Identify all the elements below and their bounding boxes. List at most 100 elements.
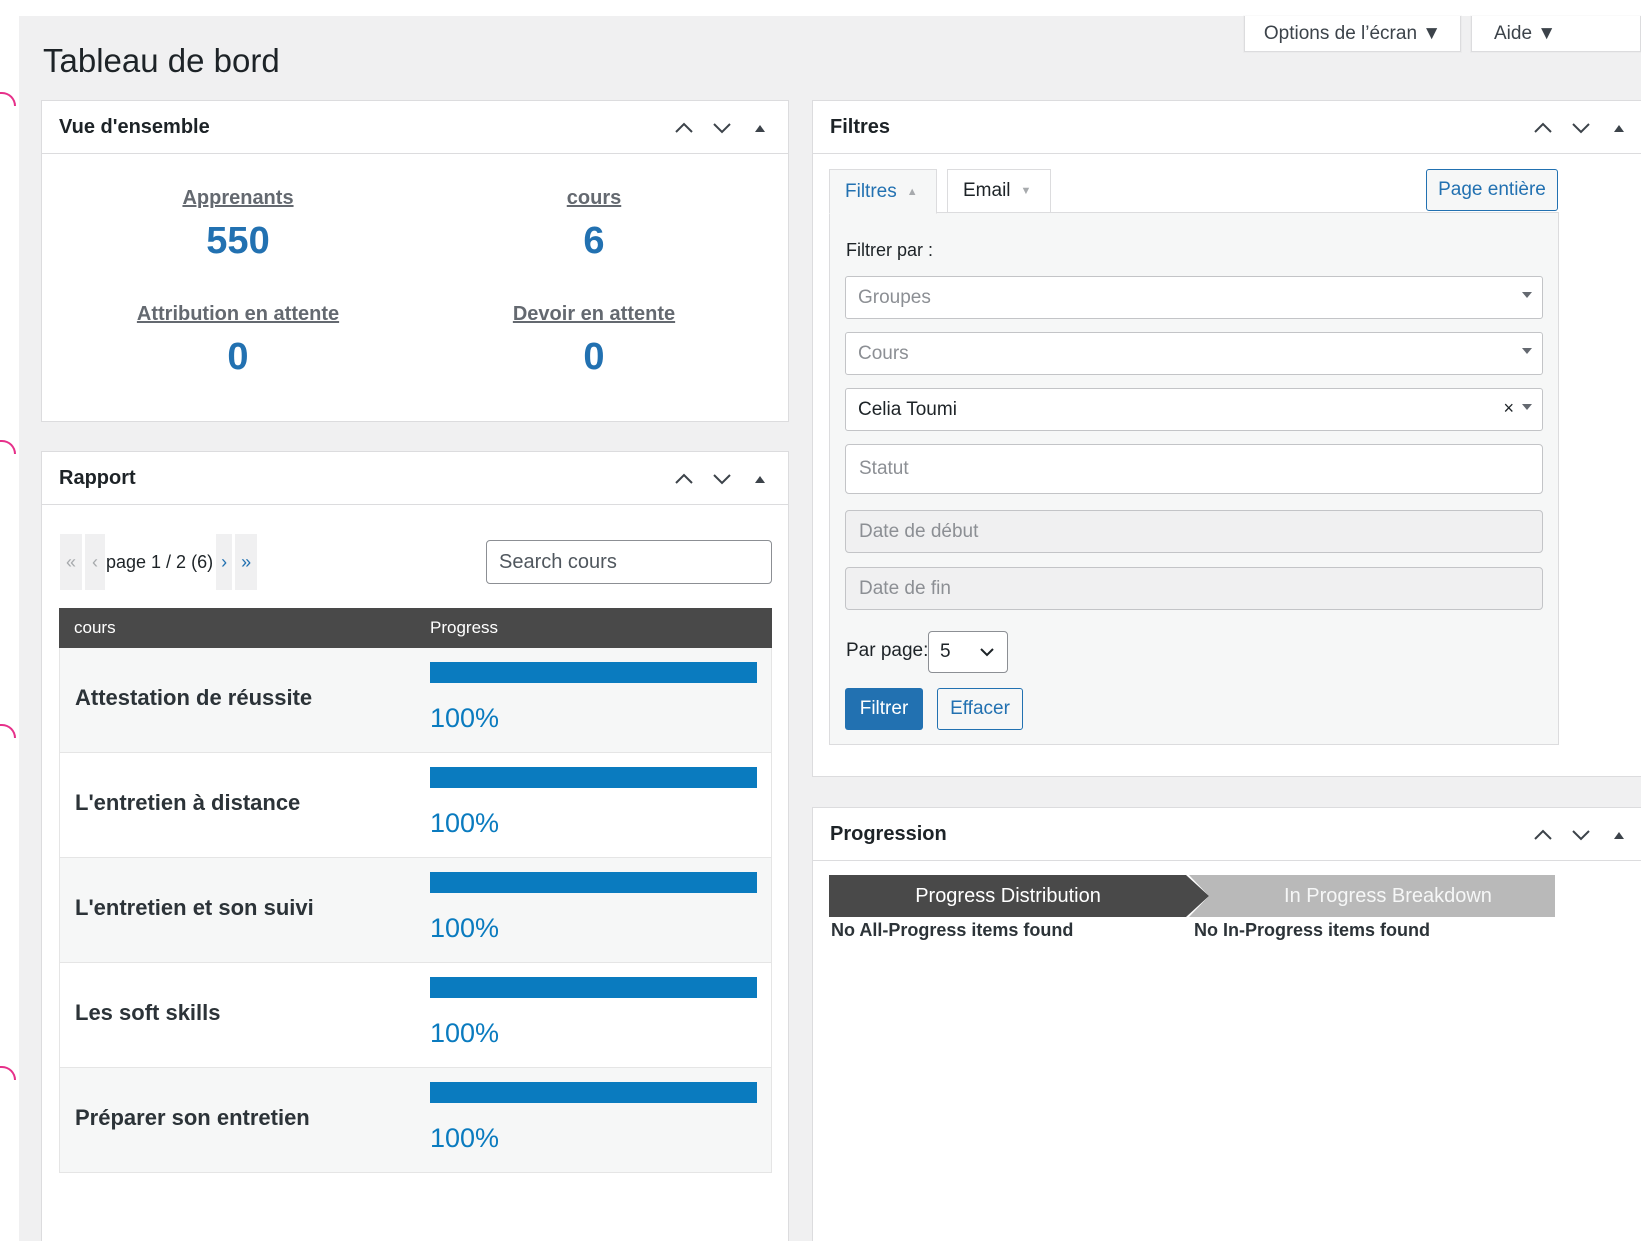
course-progress: 100% <box>430 662 757 734</box>
progress-bar-fill <box>430 1082 757 1103</box>
clear-selection-icon[interactable]: × <box>1503 398 1514 419</box>
start-date-placeholder: Date de début <box>859 520 979 542</box>
start-date-input[interactable]: Date de début <box>845 510 1543 553</box>
overview-stat-label-link[interactable]: Attribution en attente <box>88 303 388 326</box>
overview-header: Vue d'ensemble <box>42 101 788 154</box>
move-up-icon[interactable] <box>672 467 696 491</box>
overview-stat: Apprenants 550 <box>88 187 388 263</box>
end-date-placeholder: Date de fin <box>859 577 951 599</box>
status-placeholder: Statut <box>859 458 909 479</box>
progression-handles <box>1531 808 1631 861</box>
report-handles <box>672 452 772 505</box>
column-header-progress[interactable]: Progress <box>414 618 498 638</box>
overview-stat-value: 6 <box>583 220 605 262</box>
move-down-icon[interactable] <box>710 116 734 140</box>
report-table: cours Progress Attestation de réussite 1… <box>59 608 772 1173</box>
progress-percent: 100% <box>430 913 500 943</box>
overview-stat: cours 6 <box>444 187 744 263</box>
progress-bar-fill <box>430 872 757 893</box>
move-up-icon[interactable] <box>1531 116 1555 140</box>
progress-bar-fill <box>430 767 757 788</box>
prev-page-button[interactable]: ‹ <box>85 534 105 590</box>
overview-stat: Attribution en attente 0 <box>88 303 388 379</box>
move-down-icon[interactable] <box>1569 116 1593 140</box>
tab-progress-distribution[interactable]: Progress Distribution <box>829 875 1209 917</box>
screen-options-label: Options de l’écran ▼ <box>1263 22 1442 44</box>
overview-handles <box>672 101 772 154</box>
tab-email-label: Email <box>963 180 1011 201</box>
per-page-label: Par page: <box>846 640 929 661</box>
table-body: Attestation de réussite 100% L'entretien… <box>59 648 772 1173</box>
full-page-button[interactable]: Page entière <box>1426 169 1558 211</box>
caret-down-icon <box>1522 404 1532 410</box>
tab-in-progress-breakdown[interactable]: In Progress Breakdown <box>1189 875 1555 917</box>
progress-percent: 100% <box>430 808 500 838</box>
progress-bar <box>430 662 757 683</box>
collapse-toggle-icon[interactable] <box>1607 823 1631 847</box>
progress-bar-fill <box>430 977 757 998</box>
first-page-button[interactable]: « <box>60 534 82 590</box>
overview-stat: Devoir en attente 0 <box>444 303 744 379</box>
status-input[interactable]: Statut <box>845 444 1543 494</box>
tab-filters[interactable]: Filtres ▲ <box>829 169 937 214</box>
groups-placeholder: Groupes <box>858 286 931 308</box>
progress-percent: 100% <box>430 1123 500 1153</box>
next-page-button[interactable]: › <box>216 534 233 590</box>
overview-stat-label-link[interactable]: cours <box>444 187 744 210</box>
filters-handles <box>1531 101 1631 154</box>
table-header: cours Progress <box>59 608 772 648</box>
overview-stat-label-link[interactable]: Apprenants <box>88 187 388 210</box>
left-margin <box>0 0 19 1241</box>
column-header-course[interactable]: cours <box>59 618 414 638</box>
tab-in-progress-breakdown-label: In Progress Breakdown <box>1284 884 1492 907</box>
courses-placeholder: Cours <box>858 342 909 364</box>
table-row[interactable]: L'entretien à distance 100% <box>59 753 772 858</box>
move-down-icon[interactable] <box>710 467 734 491</box>
move-up-icon[interactable] <box>1531 823 1555 847</box>
course-name: Les soft skills <box>75 1000 221 1025</box>
report-header: Rapport <box>42 452 788 505</box>
table-row[interactable]: Attestation de réussite 100% <box>59 648 772 753</box>
table-row[interactable]: Préparer son entretien 100% <box>59 1068 772 1173</box>
course-progress: 100% <box>430 977 757 1049</box>
course-progress: 100% <box>430 1082 757 1154</box>
search-courses-input[interactable] <box>486 540 772 584</box>
tab-email[interactable]: Email ▼ <box>947 169 1051 213</box>
annotation-mark <box>0 440 16 454</box>
courses-select[interactable]: Cours <box>845 332 1543 375</box>
end-date-input[interactable]: Date de fin <box>845 567 1543 610</box>
last-page-button[interactable]: » <box>235 534 258 590</box>
course-name: L'entretien à distance <box>75 790 301 815</box>
move-up-icon[interactable] <box>672 116 696 140</box>
groups-select[interactable]: Groupes <box>845 276 1543 319</box>
report-title: Rapport <box>59 466 136 489</box>
progression-title: Progression <box>830 822 947 845</box>
table-row[interactable]: Les soft skills 100% <box>59 963 772 1068</box>
overview-title: Vue d'ensemble <box>59 115 210 138</box>
progression-tabs: In Progress Breakdown Progress Distribut… <box>829 875 1555 917</box>
filter-button[interactable]: Filtrer <box>845 688 923 730</box>
screen-options-button[interactable]: Options de l’écran ▼ <box>1244 16 1461 52</box>
filters-title: Filtres <box>830 115 891 138</box>
help-button[interactable]: Aide ▼ <box>1471 16 1641 52</box>
user-select[interactable]: Celia Toumi × <box>845 388 1543 431</box>
progress-bar <box>430 977 757 998</box>
progression-box: Progression <box>812 807 1641 1241</box>
clear-button[interactable]: Effacer <box>937 688 1023 730</box>
course-name: Attestation de réussite <box>75 685 313 710</box>
filter-by-label: Filtrer par : <box>846 240 934 260</box>
per-page-value: 5 <box>940 641 951 662</box>
progress-percent: 100% <box>430 703 500 733</box>
collapse-toggle-icon[interactable] <box>748 467 772 491</box>
collapse-toggle-icon[interactable] <box>1607 116 1631 140</box>
table-row[interactable]: L'entretien et son suivi 100% <box>59 858 772 963</box>
pagination: « ‹ page 1 / 2 (6) › » <box>60 534 258 590</box>
collapse-toggle-icon[interactable] <box>748 116 772 140</box>
progress-bar <box>430 872 757 893</box>
per-page-select[interactable]: 5 <box>928 631 1008 673</box>
tab-filters-label: Filtres <box>845 180 897 202</box>
triangle-down-icon: ▼ <box>1020 185 1032 197</box>
overview-stat-label-link[interactable]: Devoir en attente <box>444 303 744 326</box>
move-down-icon[interactable] <box>1569 823 1593 847</box>
help-label: Aide ▼ <box>1494 22 1557 44</box>
